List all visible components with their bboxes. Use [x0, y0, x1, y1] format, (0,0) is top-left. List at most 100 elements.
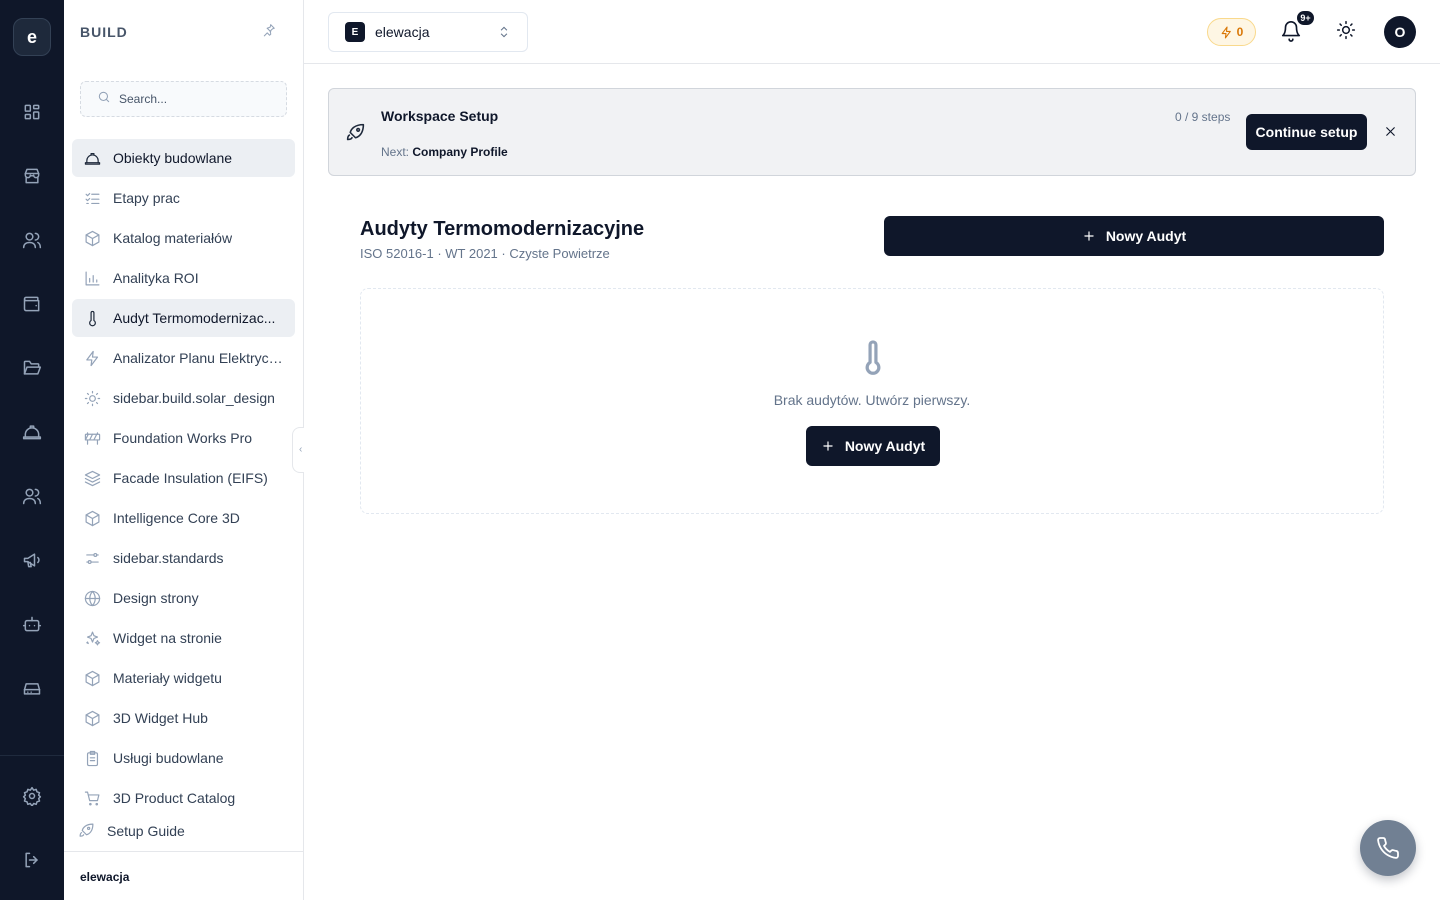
- empty-state: Brak audytów. Utwórz pierwszy. Nowy Audy…: [360, 288, 1384, 514]
- workspace-setup-banner: Workspace Setup Next: Company Profile 0 …: [328, 88, 1416, 176]
- sidebar-item-design-strony[interactable]: Design strony: [72, 579, 295, 617]
- megaphone-icon[interactable]: [20, 548, 44, 572]
- rocket-icon: [79, 823, 94, 837]
- sidebar-item-label: Obiekty budowlane: [113, 150, 233, 166]
- icon-rail: e: [0, 0, 64, 900]
- sidebar-item-label: Etapy prac: [113, 190, 180, 206]
- banner-title: Workspace Setup: [381, 108, 499, 124]
- sidebar-item-label: sidebar.build.solar_design: [113, 390, 275, 406]
- box-icon: [85, 510, 100, 526]
- banner-steps-progress: 0 / 9 steps: [1175, 110, 1231, 124]
- new-audit-label: Nowy Audyt: [1105, 228, 1187, 244]
- bot-icon[interactable]: [20, 612, 44, 636]
- cart-icon: [84, 791, 100, 805]
- sidebar-item-label: 3D Widget Hub: [113, 710, 208, 726]
- sidebar-item-solar-design[interactable]: sidebar.build.solar_design: [72, 379, 295, 417]
- rocket-icon: [345, 122, 366, 148]
- sparkles-icon: [86, 631, 101, 645]
- sidebar-item-label: Intelligence Core 3D: [113, 510, 240, 526]
- sidebar-item-obiekty-budowlane[interactable]: Obiekty budowlane: [72, 139, 295, 177]
- user-avatar[interactable]: O: [1384, 16, 1416, 48]
- sun-theme-toggle-icon[interactable]: [1336, 20, 1356, 45]
- box-icon: [85, 230, 100, 246]
- sun-icon: [84, 390, 101, 406]
- setup-guide-label: Setup Guide: [107, 822, 185, 839]
- team-icon[interactable]: [20, 484, 44, 508]
- hard-hat-icon[interactable]: [20, 420, 44, 444]
- store-icon[interactable]: [20, 164, 44, 188]
- banner-next-prefix: Next:: [381, 145, 410, 159]
- phone-icon: [1377, 837, 1399, 859]
- thermometer-icon: [860, 339, 886, 382]
- wallet-icon[interactable]: [20, 292, 44, 316]
- hard-drive-icon[interactable]: [20, 676, 44, 700]
- workspace-badge: E: [345, 22, 365, 42]
- sidebar-item-materialy-widgetu[interactable]: Materiały widgetu: [72, 659, 295, 697]
- sidebar-footer-workspace: elewacja: [64, 851, 303, 900]
- sidebar-item-label: Katalog materiałów: [113, 230, 233, 246]
- sidebar-item-3d-product-catalog[interactable]: 3D Product Catalog: [72, 779, 295, 817]
- empty-new-audit-label: Nowy Audyt: [844, 438, 926, 454]
- users-icon[interactable]: [20, 228, 44, 252]
- sidebar-search[interactable]: [80, 81, 287, 117]
- rail-divider: [0, 755, 64, 756]
- sidebar-item-label: Design strony: [113, 590, 199, 606]
- sidebar-item-analityka-roi[interactable]: Analityka ROI: [72, 259, 295, 297]
- notifications-badge: 9+: [1296, 10, 1315, 26]
- credits-badge[interactable]: 0: [1207, 18, 1256, 46]
- checklist-icon: [85, 192, 100, 204]
- folder-open-icon[interactable]: [20, 356, 44, 380]
- topbar: E elewacja 0 9+ O: [304, 0, 1440, 64]
- sidebar-item-standards[interactable]: sidebar.standards: [72, 539, 295, 577]
- sidebar-item-audyt-termomodernizacyjny[interactable]: Audyt Termomodernizac...: [72, 299, 295, 337]
- app-logo[interactable]: e: [13, 18, 51, 56]
- dashboard-grid-icon[interactable]: [20, 100, 44, 124]
- sidebar-item-widget-na-stronie[interactable]: Widget na stronie: [72, 619, 295, 657]
- sidebar-item-analizator-planu[interactable]: Analizator Planu Elektrycz...: [72, 339, 295, 377]
- settings-gear-icon[interactable]: [20, 784, 44, 808]
- sidebar-item-label: Foundation Works Pro: [113, 430, 253, 446]
- page-subtitle: ISO 52016-1 · WT 2021 · Czyste Powietrze: [360, 246, 610, 261]
- workspace-selector[interactable]: E elewacja: [328, 12, 528, 52]
- sidebar-item-label: 3D Product Catalog: [113, 790, 236, 806]
- credits-count: 0: [1236, 25, 1244, 39]
- chevron-up-down-icon: [497, 25, 511, 42]
- sidebar-item-3d-widget-hub[interactable]: 3D Widget Hub: [72, 699, 295, 737]
- sidebar: BUILD Obiekty budowlane Etapy prac Katal…: [64, 0, 304, 900]
- sidebar-item-foundation-works[interactable]: Foundation Works Pro: [72, 419, 295, 457]
- sidebar-item-katalog-materialow[interactable]: Katalog materiałów: [72, 219, 295, 257]
- sidebar-item-label: Usługi budowlane: [113, 750, 224, 766]
- workspace-name: elewacja: [375, 24, 430, 40]
- sidebar-item-label: Materiały widgetu: [113, 670, 222, 686]
- sidebar-item-etapy-prac[interactable]: Etapy prac: [72, 179, 295, 217]
- setup-guide-link[interactable]: Setup Guide: [78, 822, 185, 839]
- box-icon: [85, 710, 100, 726]
- sidebar-item-facade-insulation[interactable]: Facade Insulation (EIFS): [72, 459, 295, 497]
- thermometer-icon: [89, 310, 96, 326]
- sidebar-item-label: Widget na stronie: [113, 630, 222, 646]
- pin-icon[interactable]: [262, 23, 276, 42]
- sidebar-item-label: Facade Insulation (EIFS): [113, 470, 268, 486]
- search-icon: [97, 90, 111, 109]
- barrier-icon: [84, 431, 101, 445]
- sidebar-item-label: sidebar.standards: [113, 550, 224, 566]
- sidebar-nav: Obiekty budowlane Etapy prac Katalog mat…: [72, 139, 295, 819]
- search-input[interactable]: [119, 92, 269, 106]
- continue-setup-button[interactable]: Continue setup: [1246, 114, 1367, 150]
- empty-new-audit-button[interactable]: Nowy Audyt: [806, 426, 940, 466]
- sidebar-item-label: Analizator Planu Elektrycz...: [113, 350, 283, 366]
- phone-call-button[interactable]: [1360, 820, 1416, 876]
- close-icon[interactable]: [1383, 124, 1398, 144]
- logout-icon[interactable]: [20, 848, 44, 872]
- sidebar-item-label: Analityka ROI: [113, 270, 199, 286]
- banner-next-step: Next: Company Profile: [381, 145, 508, 159]
- sidebar-item-uslugi-budowlane[interactable]: Usługi budowlane: [72, 739, 295, 777]
- clipboard-icon: [86, 750, 99, 766]
- box-icon: [85, 670, 100, 686]
- empty-state-message: Brak audytów. Utwórz pierwszy.: [773, 392, 971, 408]
- new-audit-button[interactable]: Nowy Audyt: [884, 216, 1384, 256]
- sidebar-collapse-handle[interactable]: ‹: [292, 427, 304, 473]
- hard-hat-icon: [84, 152, 101, 165]
- sidebar-item-intelligence-core[interactable]: Intelligence Core 3D: [72, 499, 295, 537]
- page-title: Audyty Termomodernizacyjne: [360, 218, 645, 240]
